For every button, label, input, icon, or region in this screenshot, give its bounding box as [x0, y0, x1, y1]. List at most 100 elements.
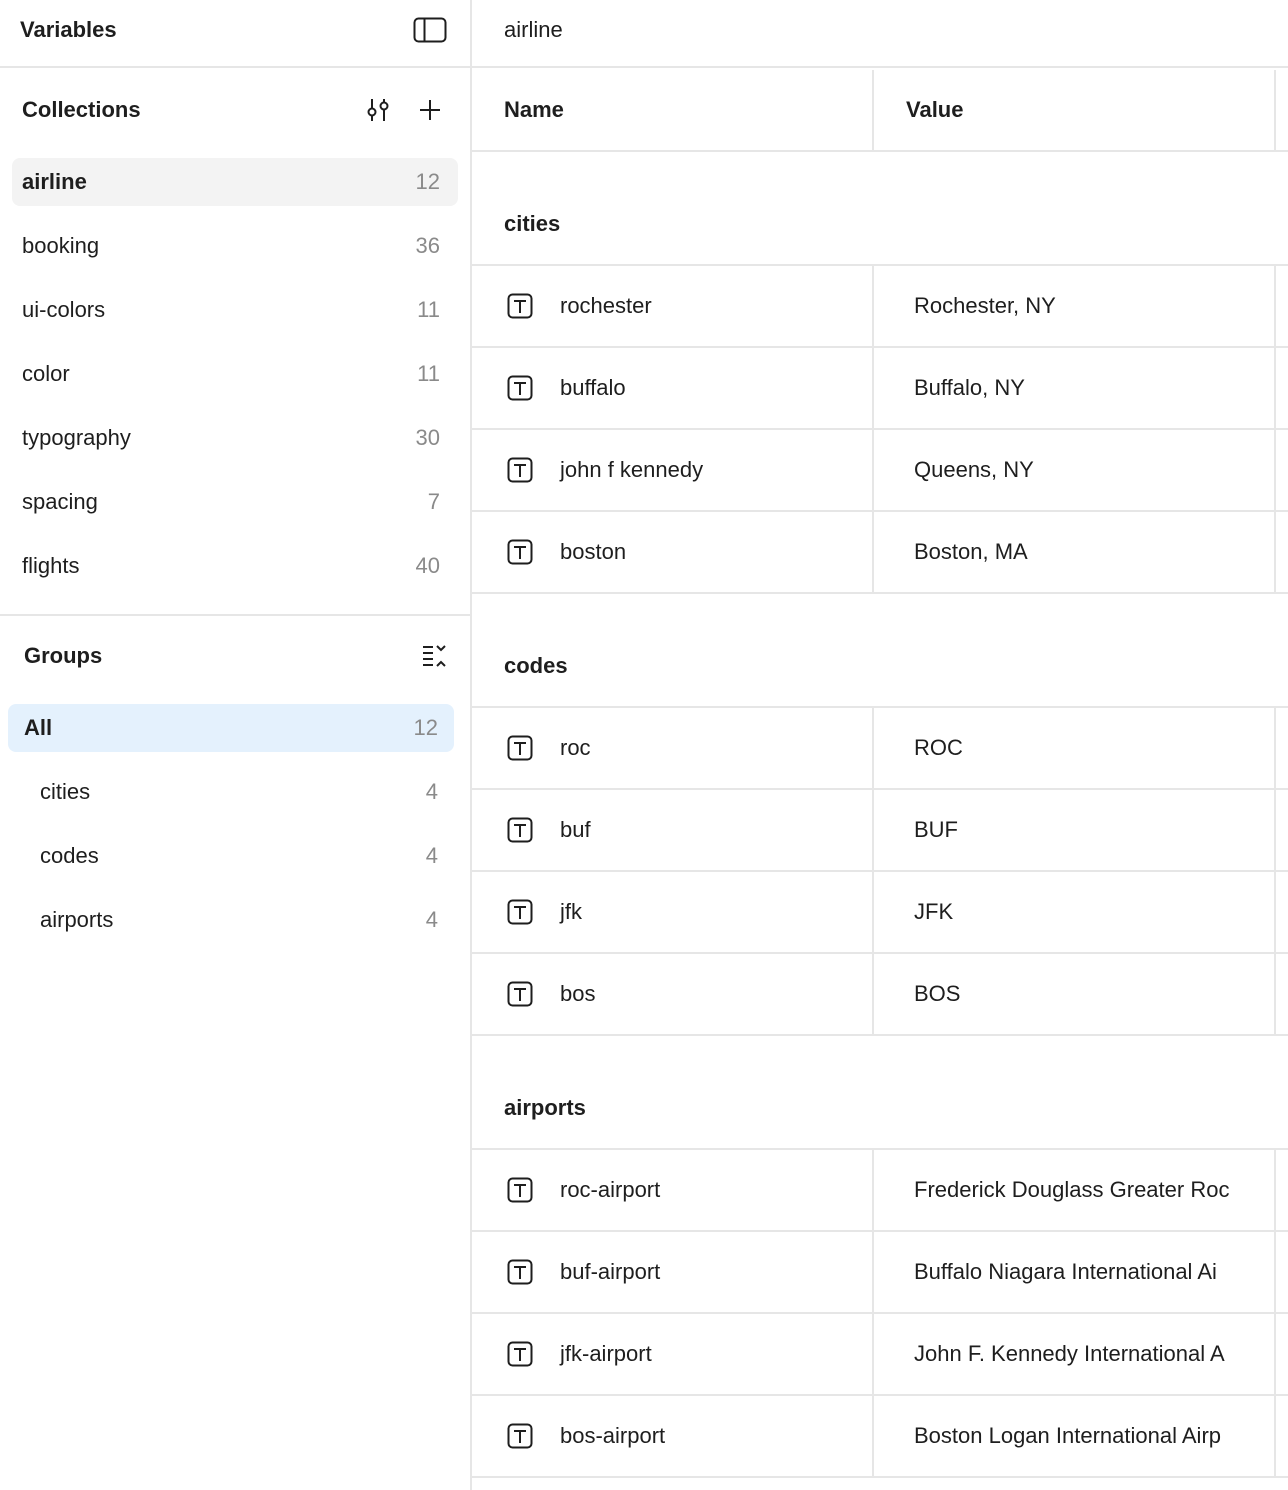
column-separator — [872, 348, 874, 430]
text-type-icon — [507, 457, 533, 483]
table-row[interactable]: roc ROC — [472, 708, 1288, 790]
group-label: codes — [40, 843, 99, 868]
collection-item-spacing[interactable]: spacing 7 — [12, 478, 458, 526]
variable-value[interactable]: Buffalo Niagara International Ai — [914, 1258, 1244, 1286]
column-header-value[interactable]: Value — [906, 96, 963, 124]
main-header: airline — [472, 0, 1288, 68]
column-separator — [1274, 430, 1276, 512]
column-separator — [872, 1232, 874, 1314]
variable-value[interactable]: John F. Kennedy International A — [914, 1340, 1244, 1368]
collection-item-booking[interactable]: booking 36 — [12, 222, 458, 270]
collection-count: 11 — [417, 297, 440, 322]
column-separator — [872, 430, 874, 512]
group-heading: airports — [504, 1095, 586, 1120]
collection-count: 36 — [415, 233, 440, 258]
collection-label: flights — [22, 553, 80, 578]
variable-value[interactable]: JFK — [914, 898, 1244, 926]
table-row[interactable]: buf BUF — [472, 790, 1288, 872]
variable-value[interactable]: BOS — [914, 980, 1244, 1008]
sidebar-panel-icon[interactable] — [413, 17, 447, 43]
column-separator — [872, 1396, 874, 1478]
group-item-cities[interactable]: cities 4 — [8, 768, 454, 816]
variable-value[interactable]: Queens, NY — [914, 456, 1244, 484]
table-row[interactable]: bos BOS — [472, 954, 1288, 1036]
column-header-name[interactable]: Name — [504, 96, 564, 124]
column-separator — [1274, 1232, 1276, 1314]
column-separator — [1274, 872, 1276, 954]
collection-count: 40 — [415, 553, 440, 578]
column-separator — [1274, 1396, 1276, 1478]
text-type-icon — [507, 539, 533, 565]
variable-name: buf-airport — [560, 1259, 661, 1284]
column-separator — [1274, 954, 1276, 1036]
variable-value[interactable]: BUF — [914, 816, 1244, 844]
table-row[interactable]: bos-airport Boston Logan International A… — [472, 1396, 1288, 1478]
group-heading: cities — [504, 211, 561, 236]
text-type-icon — [507, 981, 533, 1007]
group-label: cities — [40, 779, 91, 804]
section-divider — [0, 614, 470, 616]
table-row[interactable]: roc-airport Frederick Douglass Greater R… — [472, 1150, 1288, 1232]
group-count: 4 — [425, 907, 438, 932]
variable-value[interactable]: Rochester, NY — [914, 292, 1244, 320]
table-row[interactable]: buffalo Buffalo, NY — [472, 348, 1288, 430]
variable-name: buf — [560, 817, 591, 842]
group-heading-row: codes — [472, 594, 1288, 708]
variable-name: bos — [560, 981, 596, 1006]
groups-title: Groups — [24, 643, 103, 668]
group-label: All — [24, 715, 53, 740]
variable-value[interactable]: Frederick Douglass Greater Roc — [914, 1176, 1244, 1204]
groups-header: Groups — [0, 628, 470, 684]
text-type-icon — [507, 735, 533, 761]
text-type-icon — [507, 293, 533, 319]
collection-item-typography[interactable]: typography 30 — [12, 414, 458, 462]
table-row[interactable]: boston Boston, MA — [472, 512, 1288, 594]
sliders-icon[interactable] — [362, 94, 394, 126]
collection-label: spacing — [22, 489, 98, 514]
variable-name: roc — [560, 735, 591, 760]
collapse-list-icon[interactable] — [418, 640, 450, 672]
column-separator — [1274, 266, 1276, 348]
collection-count: 30 — [415, 425, 440, 450]
table-row[interactable]: rochester Rochester, NY — [472, 266, 1288, 348]
variable-value[interactable]: Boston Logan International Airp — [914, 1422, 1244, 1450]
plus-icon[interactable] — [414, 94, 446, 126]
collections-header: Collections — [0, 82, 470, 138]
column-separator — [872, 790, 874, 872]
variable-name: rochester — [560, 293, 652, 318]
column-separator — [872, 1314, 874, 1396]
collection-label: airline — [22, 169, 87, 194]
column-header-row: Name Value — [472, 70, 1288, 152]
collection-count: 11 — [417, 361, 440, 386]
collection-item-ui-colors[interactable]: ui-colors 11 — [12, 286, 458, 334]
collection-item-flights[interactable]: flights 40 — [12, 542, 458, 590]
group-count: 12 — [413, 715, 438, 740]
variable-value[interactable]: Boston, MA — [914, 538, 1244, 566]
variable-value[interactable]: ROC — [914, 734, 1244, 762]
group-item-all[interactable]: All 12 — [8, 704, 454, 752]
variable-value[interactable]: Buffalo, NY — [914, 374, 1244, 402]
collection-item-airline[interactable]: airline 12 — [12, 158, 458, 206]
column-separator — [872, 872, 874, 954]
collection-label: ui-colors — [22, 297, 106, 322]
group-item-codes[interactable]: codes 4 — [8, 832, 454, 880]
table-row[interactable]: jfk-airport John F. Kennedy Internationa… — [472, 1314, 1288, 1396]
sidebar-header: Variables — [0, 0, 470, 68]
group-item-airports[interactable]: airports 4 — [8, 896, 454, 944]
group-label: airports — [40, 907, 114, 932]
column-separator — [872, 266, 874, 348]
collection-item-color[interactable]: color 11 — [12, 350, 458, 398]
table-row[interactable]: jfk JFK — [472, 872, 1288, 954]
group-heading-row: cities — [472, 152, 1288, 266]
collection-title: airline — [504, 17, 563, 42]
table-row[interactable]: john f kennedy Queens, NY — [472, 430, 1288, 512]
collection-label: booking — [22, 233, 100, 258]
sidebar-title: Variables — [20, 17, 117, 42]
column-separator — [1274, 512, 1276, 594]
table-row[interactable]: buf-airport Buffalo Niagara Internationa… — [472, 1232, 1288, 1314]
variable-name: bos-airport — [560, 1423, 666, 1448]
text-type-icon — [507, 375, 533, 401]
group-count: 4 — [425, 843, 438, 868]
column-separator — [1274, 70, 1276, 152]
column-separator — [872, 954, 874, 1036]
